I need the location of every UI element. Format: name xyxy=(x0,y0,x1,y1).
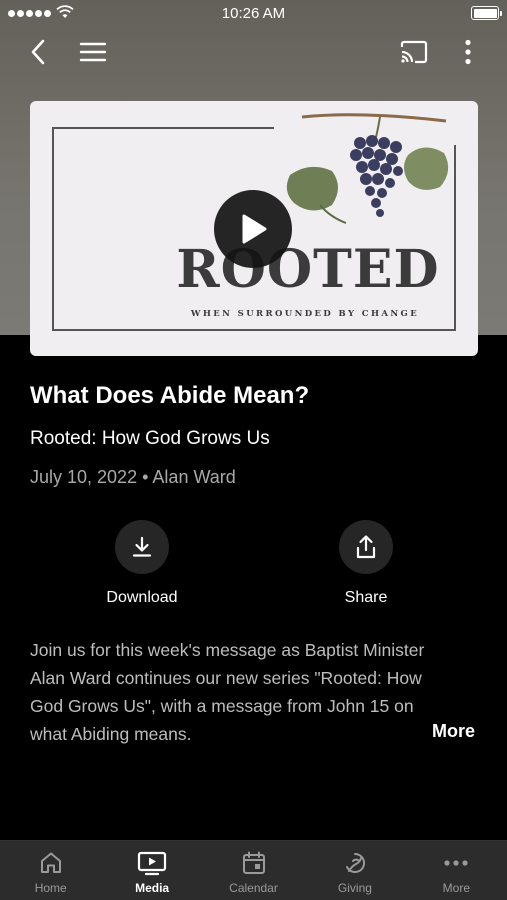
tab-more-label: More xyxy=(442,881,470,895)
tab-home-label: Home xyxy=(34,881,67,895)
download-icon xyxy=(132,536,152,557)
tab-giving-label: Giving xyxy=(337,881,372,895)
tab-calendar[interactable]: Calendar xyxy=(203,841,304,900)
play-icon xyxy=(242,214,267,244)
sermon-description: Join us for this week's message as Bapti… xyxy=(30,640,425,744)
grape-vine-illustration xyxy=(286,113,449,224)
share-label: Share xyxy=(344,589,388,606)
artwork-subtitle: WHEN SURROUNDED BY CHANGE xyxy=(190,309,420,319)
status-time: 10:26 AM xyxy=(221,5,286,22)
sermon-date: July 10, 2022 xyxy=(30,467,138,487)
artwork-title: ROOTED xyxy=(176,239,440,300)
download-label: Download xyxy=(106,589,178,606)
tab-bar: Home Media Calendar Giving More xyxy=(0,840,507,900)
more-horizontal-icon xyxy=(444,860,468,866)
play-button[interactable] xyxy=(214,190,292,268)
artwork-frame-top xyxy=(52,127,274,129)
battery-icon xyxy=(471,6,502,20)
sermon-meta: July 10, 2022 • Alan Ward xyxy=(30,467,236,488)
tab-media-label: Media xyxy=(135,881,170,895)
meta-separator: • xyxy=(142,467,149,487)
tab-more[interactable]: More xyxy=(406,841,507,900)
tab-media[interactable]: Media xyxy=(101,841,202,900)
series-title: Rooted: How God Grows Us xyxy=(30,428,270,449)
download-circle[interactable] xyxy=(115,520,169,574)
more-vertical-icon[interactable] xyxy=(456,36,480,68)
tv-play-icon xyxy=(138,851,167,876)
giving-icon xyxy=(345,852,365,873)
chevron-left-icon[interactable] xyxy=(22,36,54,68)
share-circle[interactable] xyxy=(339,520,393,574)
tab-giving[interactable]: Giving xyxy=(304,841,405,900)
status-bar: 10:26 AM xyxy=(0,0,507,28)
cast-icon[interactable] xyxy=(396,36,432,68)
tab-calendar-label: Calendar xyxy=(229,881,278,895)
download-button[interactable]: Download xyxy=(82,520,202,607)
sermon-artwork[interactable]: ROOTED WHEN SURROUNDED BY CHANGE xyxy=(30,101,478,356)
share-button[interactable]: Share xyxy=(306,520,426,607)
hamburger-icon[interactable] xyxy=(76,38,110,66)
speaker-name: Alan Ward xyxy=(152,467,236,487)
sermon-title: What Does Abide Mean? xyxy=(30,382,310,409)
home-icon xyxy=(40,852,61,873)
share-icon xyxy=(356,535,376,559)
more-description-link[interactable]: More xyxy=(432,721,475,742)
calendar-icon xyxy=(242,851,265,874)
tab-home[interactable]: Home xyxy=(0,841,101,900)
